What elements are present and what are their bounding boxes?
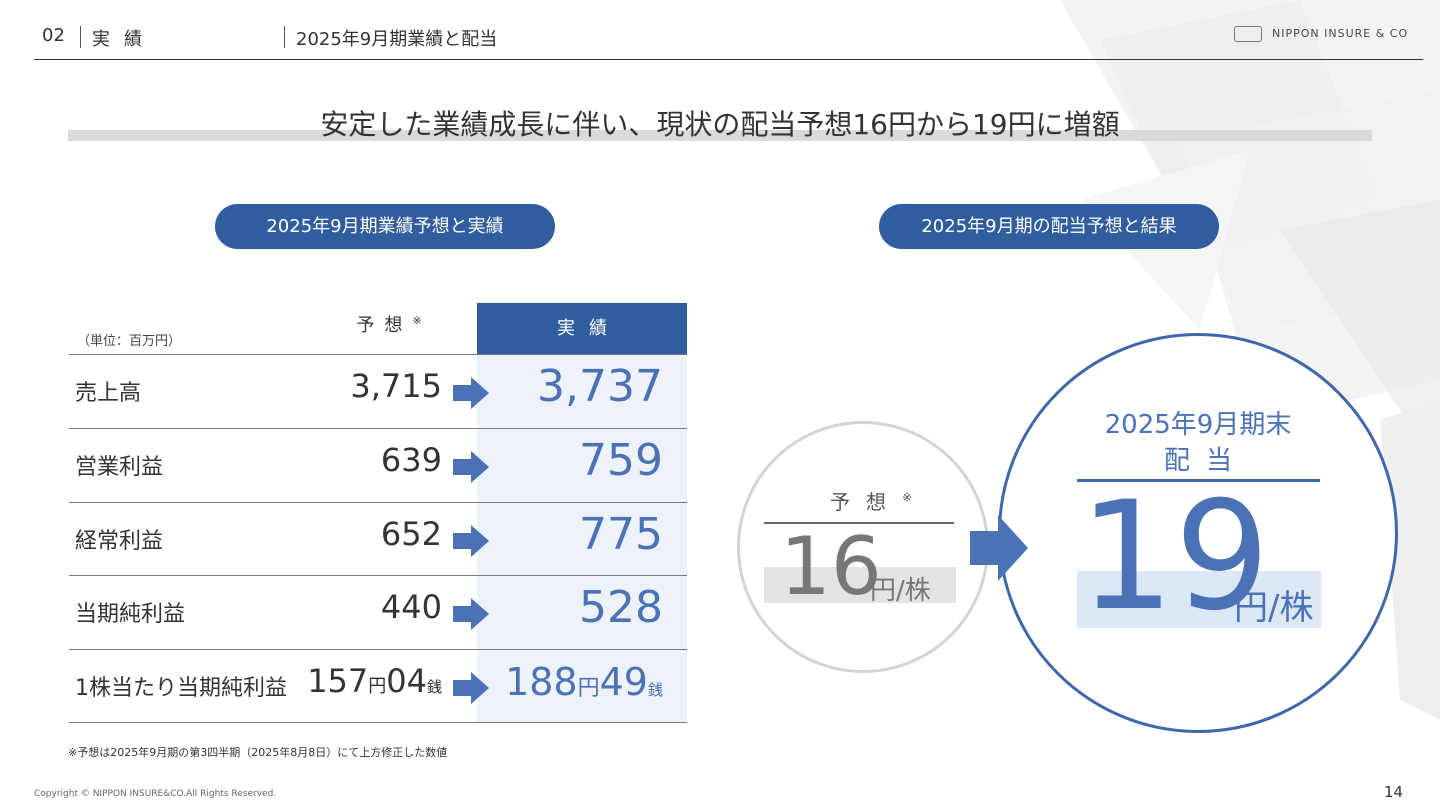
unit-label: （単位：百万円） (77, 334, 182, 349)
row-label: 経常利益 (75, 529, 164, 554)
forecast-note-mark: ※ (412, 314, 422, 327)
arrow-right-icon (453, 377, 489, 409)
header-divider (284, 26, 285, 48)
forecast-value: 440 (380, 588, 442, 626)
section-number: 02 (42, 25, 65, 46)
arrow-right-icon (453, 672, 489, 704)
company-logo-icon (1234, 26, 1262, 42)
earnings-section-label: 2025年9月期業績予想と実績 (215, 204, 555, 249)
forecast-value: 652 (380, 515, 442, 553)
arrow-right-icon (453, 598, 489, 630)
arrow-right-icon (453, 525, 489, 557)
yen-unit: 円 (368, 676, 387, 697)
actual-value: 759 (579, 435, 663, 486)
table-row-eps: 1株当たり当期純利益 157円04銭 188円49銭 (69, 649, 687, 723)
row-label: 1株当たり当期純利益 (75, 676, 287, 701)
table-row: 当期純利益 440 528 (69, 575, 687, 649)
copyright: Copyright © NIPPON INSURE&CO.All Rights … (34, 789, 277, 799)
actual-value: 528 (579, 582, 663, 633)
actual-column-header: 実績 (477, 303, 687, 354)
actual-eps-yen: 188 (505, 660, 578, 704)
dividend-section-label: 2025年9月期の配当予想と結果 (879, 204, 1219, 249)
forecast-note-mark: ※ (901, 490, 913, 505)
header-rule (34, 59, 1423, 60)
section-title: 実績 (92, 29, 156, 50)
yen-unit: 円 (577, 676, 600, 701)
sen-unit: 銭 (426, 678, 442, 696)
forecast-dividend-value: 16 (780, 520, 882, 613)
result-dividend-unit: 円/株 (1234, 588, 1314, 628)
headline: 安定した業績成長に伴い、現状の配当予想16円から19円に増額 (320, 108, 1120, 141)
forecast-header-text: 予想 (356, 315, 413, 336)
forecast-value: 3,715 (350, 367, 442, 405)
forecast-eps-yen: 157 (307, 662, 369, 700)
footnote: ※予想は2025年9月期の第3四半期（2025年8月8日）にて上方修正した数値 (68, 746, 448, 759)
result-dividend-title: 2025年9月期末 (1104, 410, 1292, 440)
header-divider (80, 26, 81, 48)
forecast-value: 639 (380, 441, 442, 479)
forecast-eps-sen: 04 (386, 662, 427, 700)
forecast-dividend-circle: 予想※ 16 円/株 (737, 421, 989, 673)
row-label: 営業利益 (75, 455, 164, 480)
actual-eps-sen: 49 (599, 660, 648, 704)
forecast-dividend-unit: 円/株 (870, 576, 931, 606)
table-row: 営業利益 639 759 (69, 428, 687, 502)
row-label: 当期純利益 (75, 602, 186, 627)
forecast-column-header: 予想※ (329, 311, 449, 337)
arrow-right-icon (970, 515, 1028, 581)
forecast-eps-value: 157円04銭 (279, 662, 442, 700)
page-title: 2025年9月期業績と配当 (296, 29, 498, 50)
actual-value: 3,737 (537, 361, 663, 412)
company-logo-text: NIPPON INSURE & CO (1272, 27, 1409, 40)
row-label: 売上高 (75, 381, 142, 406)
forecast-dividend-label: 予想※ (740, 486, 986, 515)
page-number: 14 (1384, 783, 1404, 801)
arrow-right-icon (453, 451, 489, 483)
forecast-dividend-label-text: 予想 (829, 490, 902, 514)
table-row: 経常利益 652 775 (69, 502, 687, 576)
page-header: 02 実績 2025年9月期業績と配当 NIPPON INSURE & CO (0, 0, 1440, 62)
actual-eps-value: 188円49銭 (489, 660, 663, 704)
result-dividend-circle: 2025年9月期末 配当 19 円/株 (998, 333, 1398, 733)
sen-unit: 銭 (647, 681, 663, 699)
actual-value: 775 (579, 509, 663, 560)
table-row: 売上高 3,715 3,737 (69, 354, 687, 428)
